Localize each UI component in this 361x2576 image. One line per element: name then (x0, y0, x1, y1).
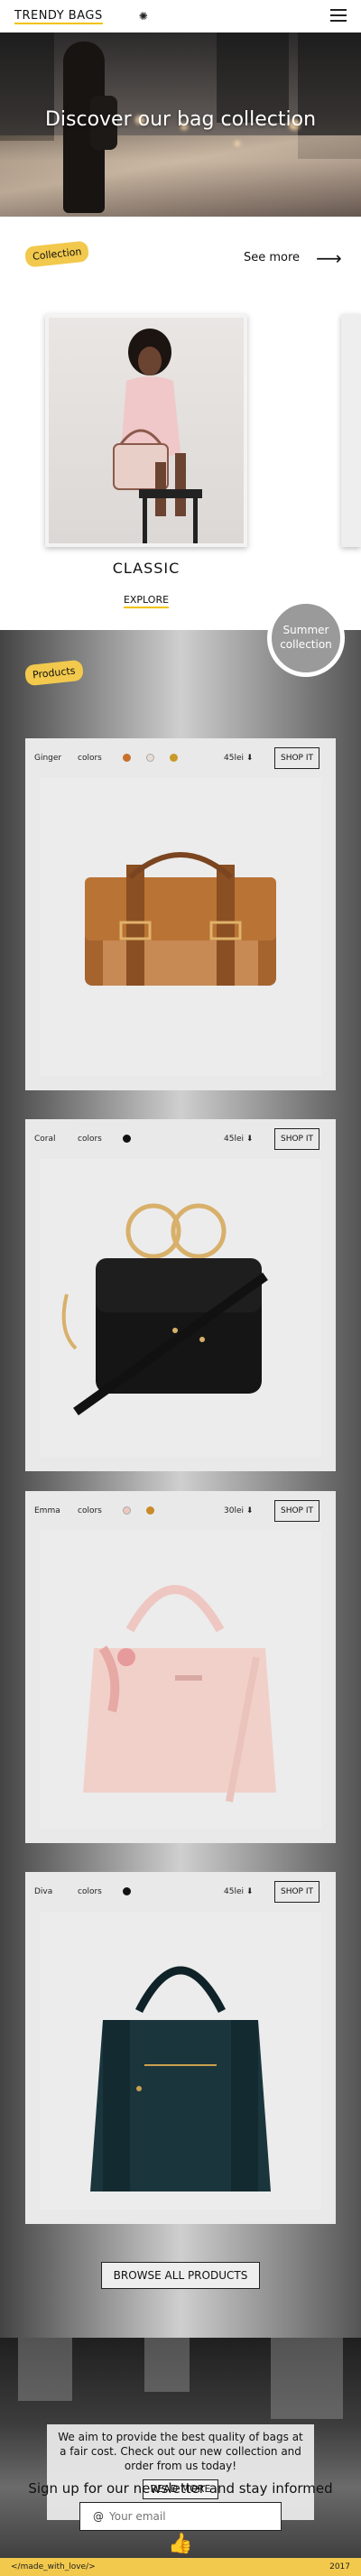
color-swatch[interactable] (123, 1135, 131, 1143)
product-card-emma[interactable]: Emma colors 30lei ⬇ SHOP IT (25, 1491, 336, 1843)
arrow-down-icon: ⬇ (245, 754, 254, 763)
hamburger-icon[interactable] (330, 9, 347, 22)
hero-banner: Discover our bag collection (0, 32, 361, 217)
site-header: TRENDY BAGS ✺ (0, 0, 361, 32)
shop-it-button[interactable]: SHOP IT (273, 1500, 319, 1522)
product-price: 45lei ⬇ (224, 1887, 254, 1896)
product-image (40, 778, 321, 1076)
color-swatch[interactable] (123, 1887, 131, 1895)
hero-title: Discover our bag collection (44, 108, 317, 131)
product-name: Emma (34, 1506, 60, 1515)
see-more-link[interactable]: See more ⟶ (244, 246, 342, 269)
collection-image (49, 318, 244, 543)
product-image (40, 1531, 321, 1829)
shop-it-button[interactable]: SHOP IT (273, 1881, 319, 1903)
product-price: 45lei ⬇ (224, 1135, 254, 1144)
product-card-ginger[interactable]: Ginger colors 45lei ⬇ SHOP IT (25, 738, 336, 1090)
product-price: 45lei ⬇ (224, 754, 254, 763)
shop-it-button[interactable]: SHOP IT (273, 747, 319, 769)
copyright-year: 2017 (329, 2562, 350, 2571)
arrow-down-icon: ⬇ (245, 1135, 254, 1144)
color-swatch[interactable] (146, 1506, 154, 1515)
brand-logo[interactable]: TRENDY BAGS (14, 9, 103, 24)
site-footer: </made_with_love/> 2017 (0, 2558, 361, 2576)
color-swatch[interactable] (123, 754, 131, 762)
product-image (40, 1912, 321, 2210)
product-card-diva[interactable]: Diva colors 45lei ⬇ SHOP IT (25, 1872, 336, 2224)
email-input[interactable] (109, 2510, 254, 2523)
product-image (40, 1159, 321, 1457)
browse-all-products-button[interactable]: BROWSE ALL PRODUCTS (101, 2262, 260, 2289)
colors-label: colors (78, 1135, 102, 1144)
explore-link[interactable]: EXPLORE (45, 594, 247, 608)
product-card-coral[interactable]: Coral colors 45lei ⬇ SHOP IT (25, 1119, 336, 1471)
summer-collection-badge[interactable]: Summer collection (267, 599, 345, 677)
colors-label: colors (78, 1506, 102, 1515)
sun-icon[interactable]: ✺ (139, 10, 148, 23)
newsletter-title: Sign up for our newsletter and stay info… (28, 2480, 333, 2497)
color-swatch[interactable] (170, 754, 178, 762)
shop-it-button[interactable]: SHOP IT (273, 1128, 319, 1150)
color-swatch[interactable] (146, 754, 154, 762)
thumbs-up-icon[interactable]: 👍 (168, 2533, 192, 2555)
collection-badge: Collection (23, 240, 90, 268)
product-name: Coral (34, 1135, 56, 1144)
email-field[interactable]: @ (79, 2502, 282, 2531)
made-with-love-text: </made_with_love/> (11, 2562, 96, 2571)
product-name: Ginger (34, 754, 62, 763)
product-name: Diva (34, 1887, 53, 1896)
arrow-down-icon: ⬇ (245, 1506, 254, 1515)
color-swatch[interactable] (123, 1506, 131, 1515)
collection-card[interactable] (45, 314, 247, 547)
colors-label: colors (78, 1887, 102, 1896)
about-text: We aim to provide the best quality of ba… (58, 2431, 303, 2473)
at-icon: @ (93, 2510, 104, 2523)
see-more-label: See more (244, 251, 301, 264)
product-price: 30lei ⬇ (224, 1506, 254, 1515)
arrow-down-icon: ⬇ (245, 1887, 254, 1896)
collection-card-title: CLASSIC (112, 560, 180, 577)
arrow-right-icon: ⟶ (316, 246, 342, 269)
collection-card-next[interactable] (341, 314, 361, 547)
colors-label: colors (78, 754, 102, 763)
